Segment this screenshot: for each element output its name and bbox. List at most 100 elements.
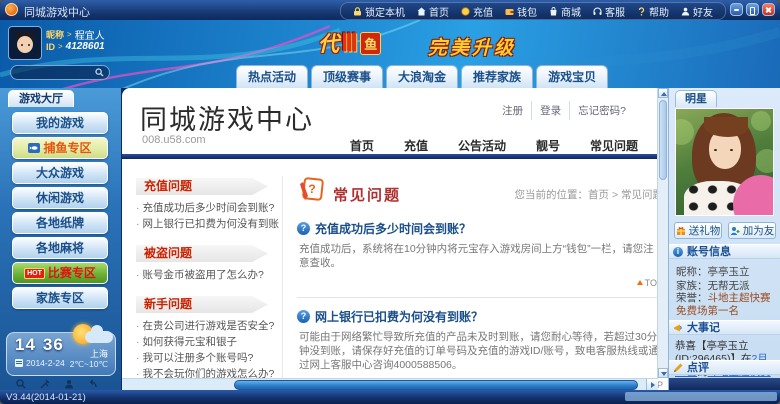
home-icon [417, 7, 426, 16]
add-friend-button[interactable]: 加为友 [728, 222, 776, 239]
nav-recharge[interactable]: 充值 [404, 137, 428, 154]
window-title: 同城游戏中心 [24, 4, 90, 20]
app-logo-icon [5, 3, 18, 16]
clock-date: 2014-2-24 [15, 358, 65, 368]
lock-icon [353, 7, 362, 16]
tab-hot-activities[interactable]: 热点活动 [236, 65, 308, 88]
up-arrow-icon [637, 280, 643, 285]
toolbar-lock-machine[interactable]: 锁定本机 [353, 4, 405, 19]
sidebar-item-fishing-zone[interactable]: 捕鱼专区 [12, 137, 108, 159]
faq-nav-link[interactable]: 在贵公司进行游戏是否安全? [136, 318, 268, 334]
sidebar-item-regional-mahjong[interactable]: 各地麻将 [12, 237, 108, 259]
account-links: 注册 登录 忘记密码? [494, 101, 634, 120]
clock-weather-widget[interactable]: 1436 2014-2-24 上海 2℃~10℃ [6, 332, 116, 376]
search-box[interactable] [10, 65, 110, 80]
person-tool-icon[interactable] [64, 379, 74, 389]
toolbar-recharge[interactable]: 充值 [461, 4, 493, 19]
register-link[interactable]: 注册 [494, 101, 531, 120]
status-bar: V3.44(2014-01-21) [0, 390, 780, 404]
nav-announcements[interactable]: 公告活动 [458, 137, 506, 154]
scroll-down-button[interactable] [658, 368, 668, 378]
widget-toolbar [16, 379, 98, 389]
search-icon[interactable] [95, 68, 104, 77]
sidebar-item-popular-games[interactable]: 大众游戏 [12, 162, 108, 184]
faq-nav-link[interactable]: 网上银行已扣费为何没有到账 [136, 216, 268, 232]
toolbar-help[interactable]: 帮助 [637, 4, 669, 19]
star-actions: 送礼物 加为友 [674, 222, 776, 239]
tab-gold-rush[interactable]: 大浪淘金 [386, 65, 458, 88]
minimize-button[interactable] [730, 3, 743, 16]
maximize-button[interactable] [746, 3, 759, 16]
question-mark-icon: ? [297, 310, 310, 323]
megaphone-icon [673, 323, 683, 333]
scroll-up-button[interactable] [658, 88, 668, 98]
weather-temperature: 2℃~10℃ [70, 359, 108, 370]
vertical-scrollbar[interactable] [657, 88, 668, 378]
star-panel: 明星 送礼物 加为友 i 账号信息 昵称：亭亭玉立 家族：无帮 [668, 88, 780, 390]
section-comments: 点评 [669, 360, 780, 375]
nickname-label: 昵称 [46, 28, 64, 41]
tab-recommended-families[interactable]: 推荐家族 [461, 65, 533, 88]
toolbar-service[interactable]: 客服 [593, 4, 625, 19]
wallet-icon [505, 7, 514, 16]
star-family: 家族：无帮无派 [676, 278, 750, 293]
site-url: 008.u58.com [142, 134, 206, 146]
status-bar-segment [625, 392, 777, 401]
star-honor: 荣誉：斗地主超快赛免费场第一名 [676, 292, 776, 317]
svg-text:?: ? [308, 182, 315, 196]
back-arrow-icon[interactable] [88, 379, 98, 389]
game-hall-sidebar: 游戏大厅 我的游戏 捕鱼专区 大众游戏 休闲游戏 各地纸牌 各地麻将 HOT 比… [0, 88, 122, 390]
nickname-value: 程宜人 [75, 27, 105, 42]
close-button[interactable] [762, 3, 775, 16]
horizontal-scrollbar[interactable] [122, 378, 658, 390]
person-icon [681, 7, 690, 16]
window-controls [730, 3, 775, 16]
user-avatar[interactable] [8, 26, 42, 60]
faq-nav-link[interactable]: 充值成功后多少时间会到账? [136, 200, 268, 216]
header-divider [122, 154, 658, 159]
magnifier-icon[interactable] [16, 379, 26, 389]
app-window: 同城游戏中心 锁定本机 首页 充值 钱包 商城 客服 [0, 0, 780, 404]
category-newbie-issues: 新手问题 [136, 296, 268, 313]
fish-icon [28, 143, 40, 153]
user-nickname-row: 昵称> 程宜人 [46, 27, 105, 42]
star-nickname: 昵称：亭亭玉立 [676, 264, 750, 279]
faq-content: ? 常见问题 您当前的位置：首页 > 常见问题 ? 充值成功后多少时间会到账？ … [282, 176, 663, 390]
tab-game-babes[interactable]: 游戏宝贝 [536, 65, 608, 88]
scroll-right-button[interactable] [646, 379, 658, 390]
tools-icon[interactable] [40, 379, 50, 389]
search-input[interactable] [19, 67, 93, 80]
send-gift-button[interactable]: 送礼物 [674, 222, 722, 239]
nav-faq[interactable]: 常见问题 [590, 137, 638, 154]
toolbar-wallet[interactable]: 钱包 [505, 4, 537, 19]
cloud-icon [85, 331, 113, 343]
clock-time: 1436 [15, 335, 64, 355]
faq-nav-link[interactable]: 我可以注册多个账号吗? [136, 350, 268, 366]
nav-home[interactable]: 首页 [350, 137, 374, 154]
nav-vanity-numbers[interactable]: 靓号 [536, 137, 560, 154]
horizontal-scroll-thumb[interactable] [234, 380, 638, 390]
login-link[interactable]: 登录 [531, 101, 569, 120]
sidebar-item-family-zone[interactable]: 家族专区 [12, 287, 108, 309]
forgot-password-link[interactable]: 忘记密码? [569, 101, 634, 120]
toolbar-friends[interactable]: 好友 [681, 4, 713, 19]
tab-top-tournaments[interactable]: 顶级赛事 [311, 65, 383, 88]
sidebar-item-regional-cards[interactable]: 各地纸牌 [12, 212, 108, 234]
faq-nav-link[interactable]: 如何获得元宝和银子 [136, 334, 268, 350]
tab-game-hall[interactable]: 游戏大厅 [8, 90, 74, 107]
shopping-bag-icon [549, 7, 558, 16]
toolbar-home[interactable]: 首页 [417, 4, 449, 19]
toolbar-mall[interactable]: 商城 [549, 4, 581, 19]
faq-book-icon: ? [297, 176, 325, 204]
title-bar: 同城游戏中心 锁定本机 首页 充值 钱包 商城 客服 [0, 0, 780, 20]
vertical-scroll-thumb[interactable] [659, 100, 667, 180]
top-toolbar: 锁定本机 首页 充值 钱包 商城 客服 帮助 好友 [340, 2, 726, 20]
id-value: 4128601 [66, 41, 105, 52]
hot-badge: HOT [24, 268, 45, 279]
tab-star[interactable]: 明星 [675, 90, 717, 107]
sidebar-item-my-games[interactable]: 我的游戏 [12, 112, 108, 134]
faq-nav-link[interactable]: 账号金币被盗用了怎么办? [136, 267, 268, 283]
sidebar-item-casual-games[interactable]: 休闲游戏 [12, 187, 108, 209]
section-account-info: i 账号信息 [669, 244, 780, 259]
sidebar-item-competition-zone[interactable]: HOT 比赛专区 [12, 262, 108, 284]
